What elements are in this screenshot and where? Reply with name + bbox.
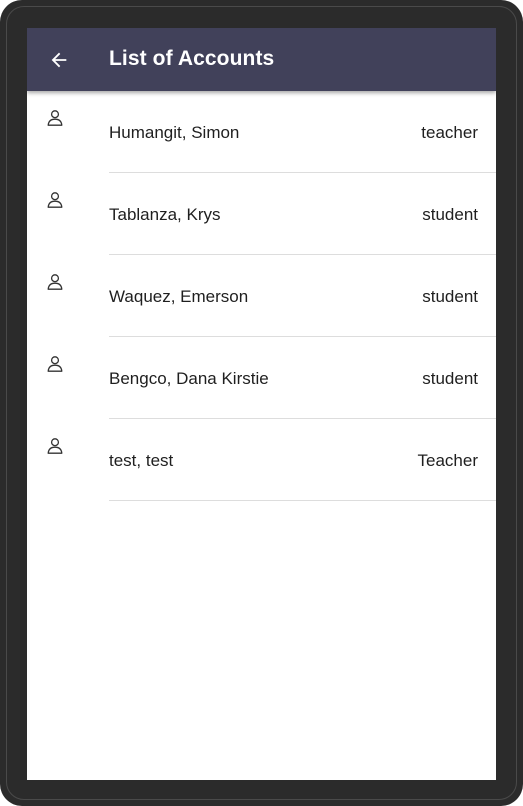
account-role: student [422, 287, 478, 306]
person-icon [47, 438, 63, 454]
account-list-item[interactable]: test, test Teacher [27, 419, 496, 501]
account-name: Waquez, Emerson [109, 287, 249, 306]
person-icon [47, 192, 63, 208]
account-role: teacher [421, 123, 478, 142]
account-name: Tablanza, Krys [109, 205, 221, 224]
account-list-item[interactable]: Humangit, Simon teacher [27, 91, 496, 173]
list-divider [109, 500, 496, 501]
account-list-item[interactable]: Tablanza, Krys student [27, 173, 496, 255]
person-icon [47, 110, 63, 126]
account-role: Teacher [417, 451, 478, 470]
person-icon [47, 274, 63, 290]
accounts-list: Humangit, Simon teacher Tablanza, Krys s… [27, 91, 496, 501]
account-name: Bengco, Dana Kirstie [109, 369, 269, 388]
account-list-item[interactable]: Waquez, Emerson student [27, 255, 496, 337]
account-name: Humangit, Simon [109, 123, 240, 142]
app-bar: List of Accounts [27, 28, 496, 91]
account-role: student [422, 369, 478, 388]
person-icon [47, 356, 63, 372]
back-button[interactable] [41, 42, 77, 78]
device-frame: List of Accounts Humangit, Simon teacher… [0, 0, 523, 806]
account-name: test, test [109, 451, 174, 470]
app-screen: List of Accounts Humangit, Simon teacher… [27, 28, 496, 780]
account-list-item[interactable]: Bengco, Dana Kirstie student [27, 337, 496, 419]
page-title: List of Accounts [109, 47, 275, 70]
arrow-left-icon [51, 52, 67, 68]
account-role: student [422, 205, 478, 224]
